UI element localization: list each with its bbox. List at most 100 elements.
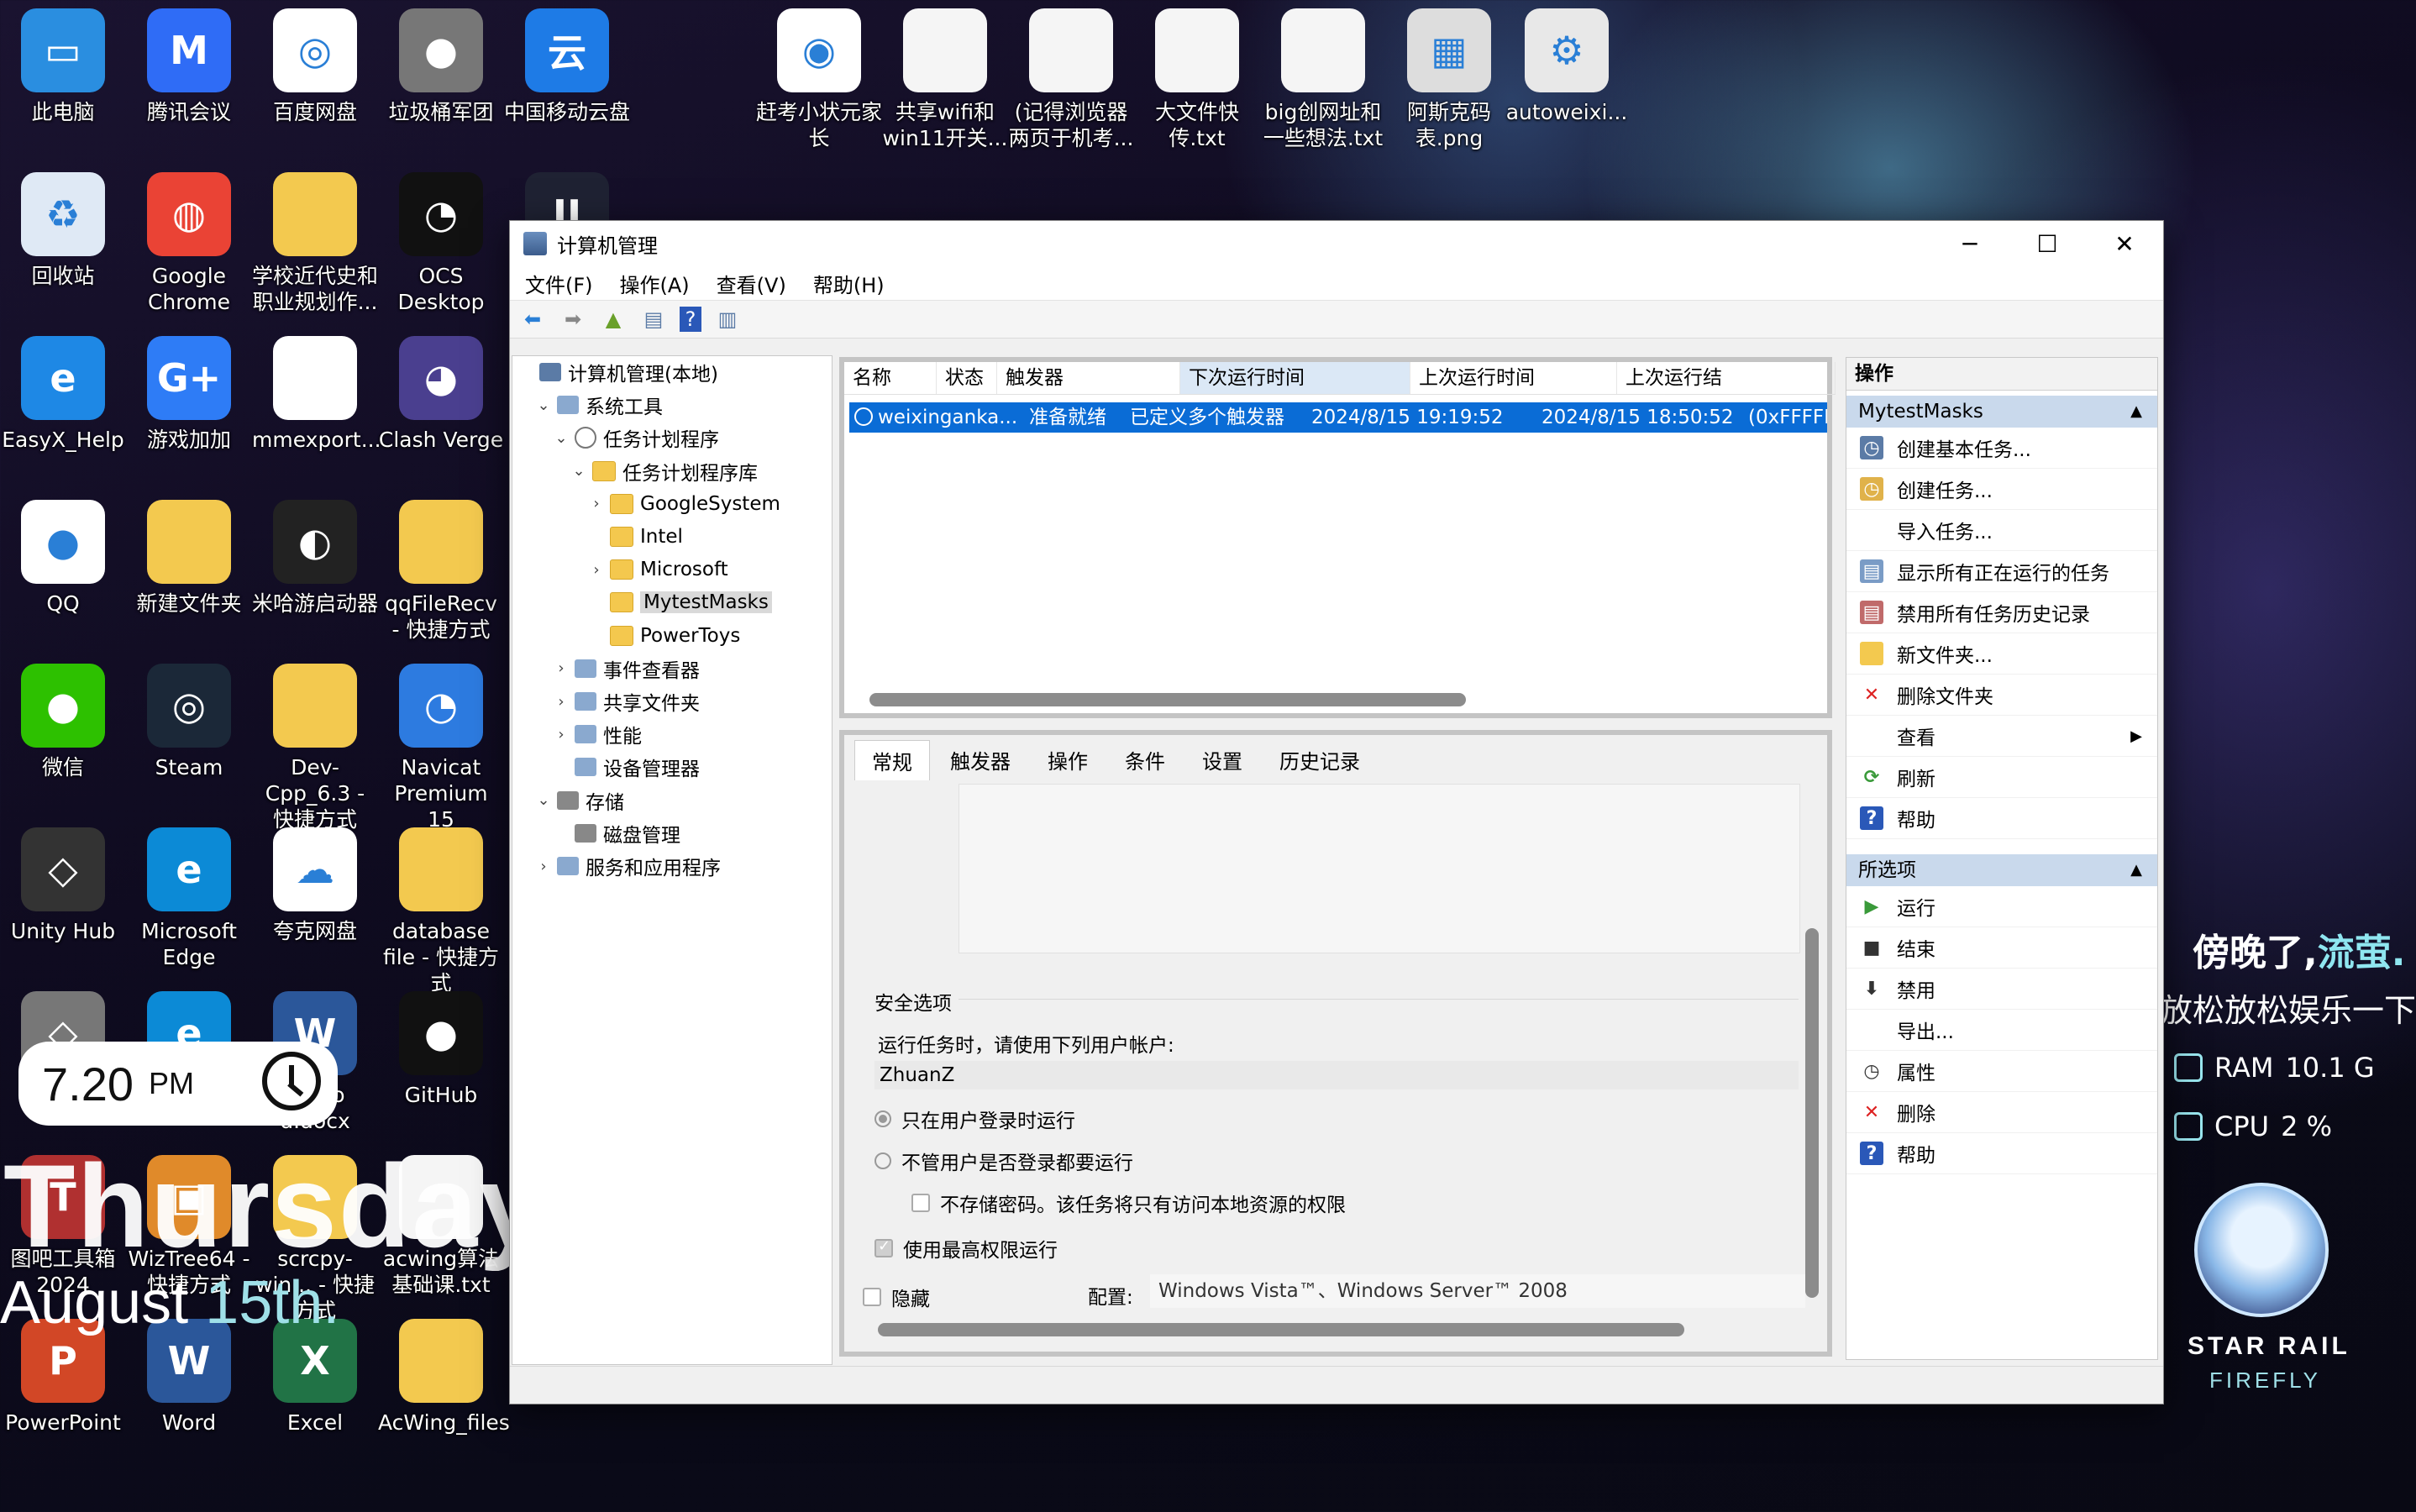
collapse-icon[interactable]: ▲ <box>2130 396 2142 428</box>
close-button[interactable]: ✕ <box>2086 221 2163 266</box>
expand-chevron-icon[interactable]: ⌄ <box>535 396 552 414</box>
expand-chevron-icon[interactable]: › <box>588 495 605 512</box>
show-hide-action-pane-icon[interactable]: ▥ <box>713 307 742 332</box>
desktop-icon[interactable]: Dev-Cpp_6.3 - 快捷方式 <box>252 664 378 832</box>
action-item[interactable]: ✕ 删除 <box>1846 1092 2157 1133</box>
action-item[interactable]: ▤ 禁用所有任务历史记录 <box>1846 592 2157 633</box>
desktop-icon[interactable]: AcWing_files <box>378 1319 510 1436</box>
action-item[interactable]: ⬇ 禁用 <box>1846 969 2157 1010</box>
desktop-icon[interactable]: 新建文件夹 <box>126 500 252 617</box>
tree-item[interactable]: › 性能 <box>553 720 642 748</box>
action-item[interactable]: ✕ 删除文件夹 <box>1846 675 2157 716</box>
action-item[interactable]: 新文件夹... <box>1846 633 2157 675</box>
checkbox-hidden[interactable] <box>863 1288 881 1306</box>
detail-horizontal-scrollbar[interactable] <box>878 1323 1684 1336</box>
radio-whether-logged-on[interactable] <box>874 1152 891 1169</box>
desktop-icon[interactable]: ◍ Google Chrome <box>126 172 252 315</box>
column-header-status[interactable]: 状态 <box>937 362 997 394</box>
expand-chevron-icon[interactable]: › <box>553 659 570 677</box>
config-select[interactable]: Windows Vista™、Windows Server™ 2008 <box>1150 1274 1805 1308</box>
minimize-button[interactable]: ─ <box>1931 221 2009 266</box>
detail-vertical-scrollbar[interactable] <box>1805 928 1819 1298</box>
desktop-icon[interactable]: ● 垃圾桶军团 <box>378 8 504 125</box>
tab-general[interactable]: 常规 <box>854 740 930 780</box>
action-item[interactable]: ■ 结束 <box>1846 927 2157 969</box>
tab-actions[interactable]: 操作 <box>1031 740 1105 780</box>
tree-item[interactable]: ⌄ 系统工具 <box>535 391 663 419</box>
desktop-icon[interactable]: 大文件快传.txt <box>1134 8 1260 151</box>
help-icon[interactable]: ? <box>680 307 701 332</box>
desktop-icon[interactable]: ▭ 此电脑 <box>0 8 126 125</box>
desktop-icon[interactable]: big创网址和一些想法.txt <box>1260 8 1386 151</box>
action-item[interactable]: ? 帮助 <box>1846 1133 2157 1174</box>
expand-chevron-icon[interactable]: › <box>553 726 570 743</box>
radio-logged-on[interactable] <box>874 1110 891 1127</box>
collapse-icon[interactable]: ▲ <box>2130 854 2142 886</box>
column-header-next-run[interactable]: 下次运行时间 <box>1180 362 1410 394</box>
expand-chevron-icon[interactable]: › <box>553 693 570 711</box>
expand-chevron-icon[interactable]: › <box>535 858 552 875</box>
desktop-icon[interactable]: e Microsoft Edge <box>126 827 252 970</box>
desktop-icon[interactable]: ☁ 夸克网盘 <box>252 827 378 944</box>
back-arrow-icon[interactable]: ⬅ <box>518 307 547 332</box>
desktop-icon[interactable]: ◐ 米哈游启动器 <box>252 500 378 617</box>
desktop-icon[interactable]: ◉ 赶考小状元家长 <box>756 8 882 151</box>
desktop-icon[interactable]: ◔ OCS Desktop <box>378 172 504 315</box>
action-item[interactable]: ◷ 属性 <box>1846 1051 2157 1092</box>
tree-item[interactable]: › Microsoft <box>588 555 727 584</box>
option-no-store-password[interactable]: 不存储密码。该任务将只有访问本地资源的权限 <box>911 1189 1346 1217</box>
expand-chevron-icon[interactable]: ⌄ <box>570 462 587 480</box>
option-highest-privileges[interactable]: 使用最高权限运行 <box>874 1234 1058 1263</box>
desktop-icon[interactable]: 云中国移动云盘 <box>504 8 630 125</box>
desktop-icon[interactable]: ◇ Unity Hub <box>0 827 126 944</box>
action-item[interactable]: ? 帮助 <box>1846 798 2157 839</box>
tree-item[interactable]: 磁盘管理 <box>553 819 680 848</box>
desktop-icon[interactable]: ◎ Steam <box>126 664 252 780</box>
expand-chevron-icon[interactable]: ⌄ <box>553 429 570 447</box>
column-header-last-run[interactable]: 上次运行时间 <box>1410 362 1617 394</box>
tree-item[interactable]: 设备管理器 <box>553 753 700 781</box>
checkbox-no-store-password[interactable] <box>911 1194 930 1212</box>
action-item[interactable]: ▤ 显示所有正在运行的任务 <box>1846 551 2157 592</box>
desktop-icon[interactable]: ⚙ autoweixi... <box>1504 8 1630 125</box>
desktop-icon[interactable]: ▦ 阿斯克码表.png <box>1386 8 1512 151</box>
desktop-icon[interactable]: ● 微信 <box>0 664 126 780</box>
expand-chevron-icon[interactable]: › <box>588 561 605 579</box>
tree-item[interactable]: MytestMasks <box>588 588 772 617</box>
tab-conditions[interactable]: 条件 <box>1108 740 1182 780</box>
column-header-name[interactable]: 名称 <box>844 362 937 394</box>
desktop-icon[interactable]: ◕ Clash Verge <box>378 336 504 453</box>
checkbox-highest-privileges[interactable] <box>874 1237 893 1257</box>
desktop-icon[interactable]: e EasyX_Help <box>0 336 126 453</box>
option-run-logged-on[interactable]: 只在用户登录时运行 <box>874 1105 1075 1133</box>
title-bar[interactable]: 计算机管理 ─ ☐ ✕ <box>510 221 2163 266</box>
tree-item[interactable]: ⌄ 任务计划程序库 <box>570 457 758 486</box>
desktop-icon[interactable]: ◔ Navicat Premium 15 <box>378 664 504 832</box>
menu-view[interactable]: 查看(V) <box>717 269 786 298</box>
desktop-icon[interactable]: database file - 快捷方式 <box>378 827 504 996</box>
desktop-icon[interactable]: ● GitHub <box>378 991 504 1108</box>
tab-settings[interactable]: 设置 <box>1185 740 1259 780</box>
show-hide-tree-icon[interactable]: ▤ <box>639 307 668 332</box>
option-run-whether[interactable]: 不管用户是否登录都要运行 <box>874 1147 1133 1175</box>
menu-help[interactable]: 帮助(H) <box>813 269 885 298</box>
tree-item[interactable]: › 事件查看器 <box>553 654 700 683</box>
menu-file[interactable]: 文件(F) <box>525 269 593 298</box>
maximize-button[interactable]: ☐ <box>2009 221 2086 266</box>
tab-history[interactable]: 历史记录 <box>1263 740 1377 780</box>
desktop-icon[interactable]: 学校近代史和职业规划作... <box>252 172 378 315</box>
tab-triggers[interactable]: 触发器 <box>933 740 1027 780</box>
tree-item[interactable]: Intel <box>588 522 683 551</box>
tree-item[interactable]: › GoogleSystem <box>588 490 780 518</box>
desktop-icon[interactable]: (记得浏览器两页于机考... <box>1008 8 1134 151</box>
tree-item[interactable]: 计算机管理(本地) <box>517 358 718 386</box>
action-item[interactable]: ◷ 创建任务... <box>1846 469 2157 510</box>
list-horizontal-scrollbar[interactable] <box>869 693 1466 706</box>
tree-item[interactable]: ⌄ 存储 <box>535 786 624 815</box>
tree-item[interactable]: › 共享文件夹 <box>553 687 700 716</box>
action-item[interactable]: 导出... <box>1846 1010 2157 1051</box>
desktop-icon[interactable]: ♻ 回收站 <box>0 172 126 289</box>
action-item[interactable]: 查看 ▶ <box>1846 716 2157 757</box>
actions-group-selected[interactable]: 所选项 ▲ <box>1846 854 2157 886</box>
tree-item[interactable]: ⌄ 任务计划程序 <box>553 423 719 452</box>
